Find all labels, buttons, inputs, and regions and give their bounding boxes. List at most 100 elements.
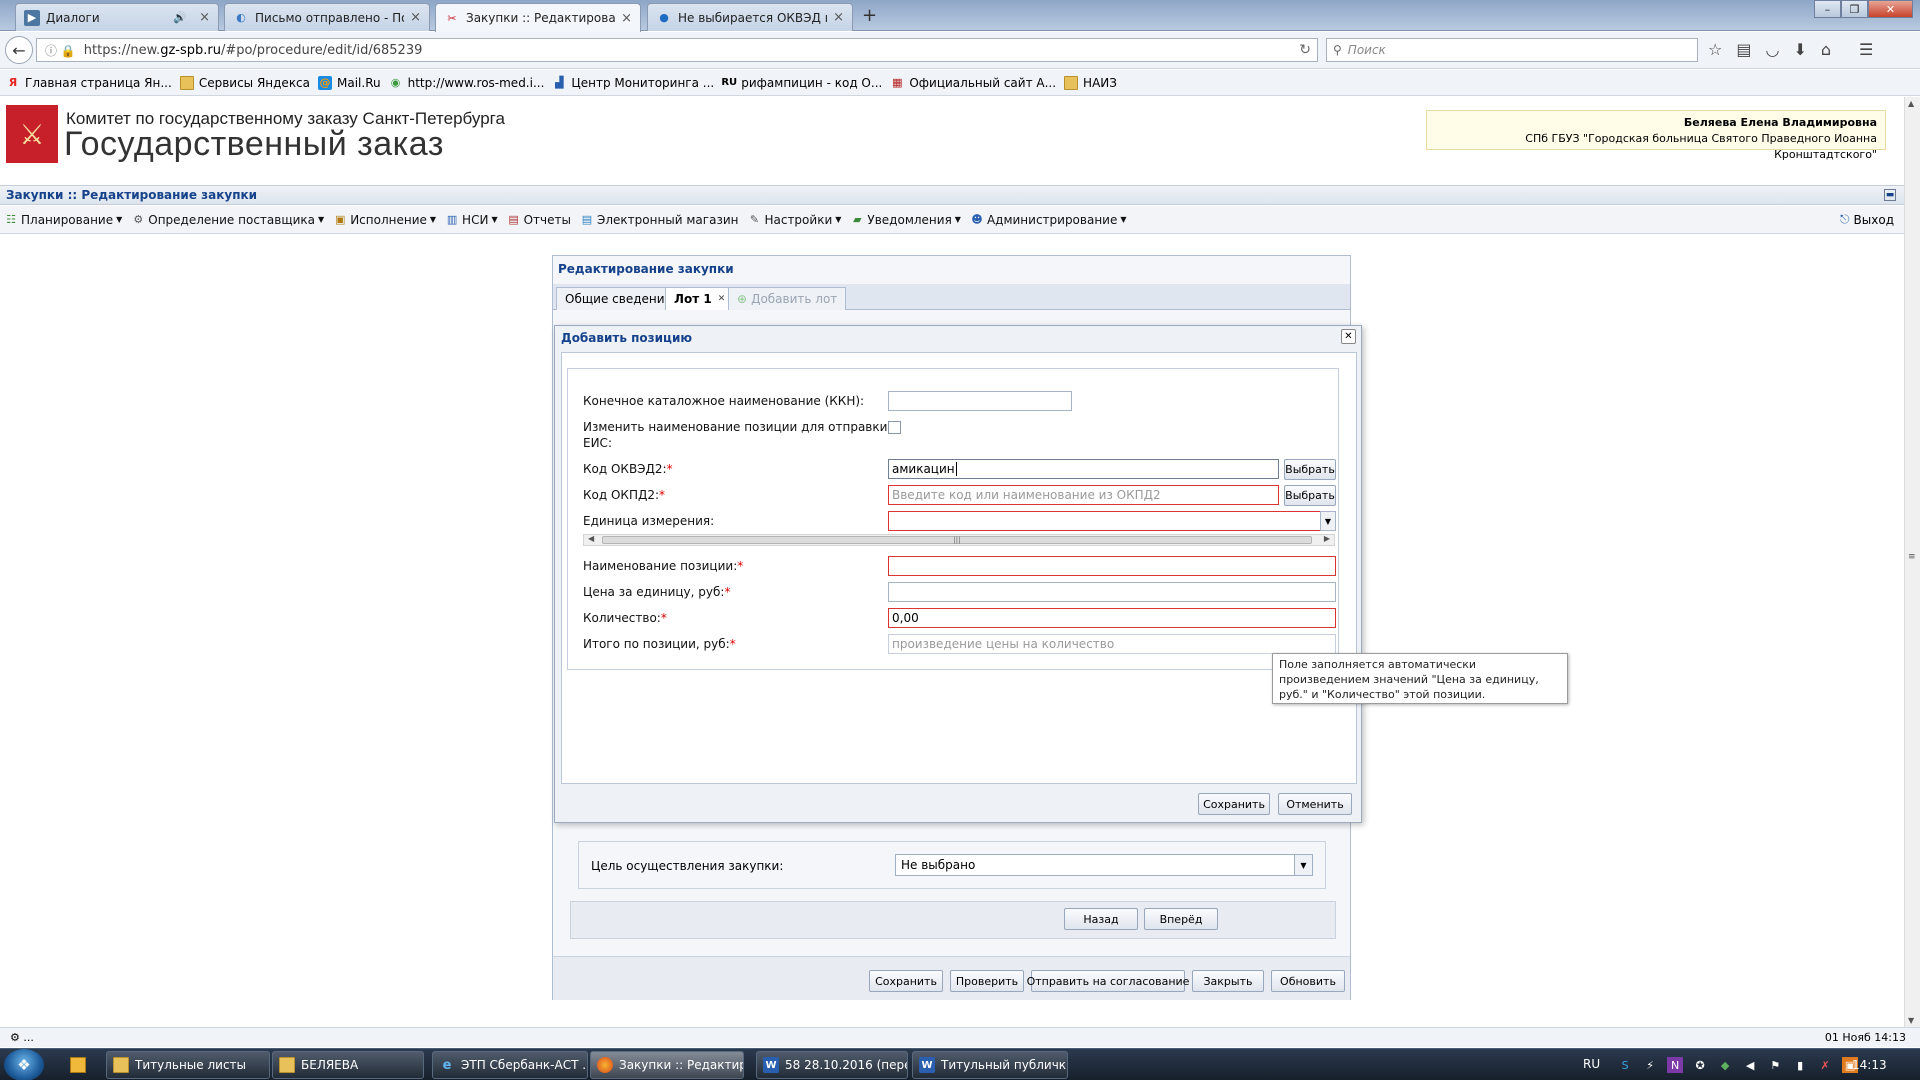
page-scrollbar[interactable]: ▲ ≡ ▼ [1904,97,1920,1027]
download-icon[interactable]: ⬇ [1793,40,1806,59]
taskbar-item[interactable]: Титульные листы [106,1051,270,1079]
bookmark-item[interactable]: Я Главная страница Ян... [6,76,172,90]
close-icon[interactable]: × [199,10,210,25]
send-for-approval-button[interactable]: Отправить на согласование [1027,970,1189,992]
rename-checkbox[interactable] [888,421,901,434]
bookmark-item[interactable]: ▦ Официальный сайт А... [890,76,1056,90]
collapse-icon[interactable]: ▬ [1884,189,1896,201]
bookmark-star-icon[interactable]: ☆ [1708,40,1722,59]
menu-notifications[interactable]: ▰ Уведомления ▼ [850,213,961,227]
scroll-up-icon[interactable]: ▲ [1908,99,1914,108]
browser-tab[interactable]: ◐ Письмо отправлено - По... × [224,3,430,31]
dialog-save-button[interactable]: Сохранить [1198,793,1270,815]
menu-icon[interactable]: ☰ [1859,40,1873,59]
pocket-icon[interactable]: ◡ [1765,40,1779,59]
okved-choose-button[interactable]: Выбрать [1284,459,1336,480]
name-label-text: Наименование позиции: [583,559,738,573]
unit-price-input[interactable] [888,582,1336,602]
reading-list-icon[interactable]: ▤ [1736,40,1751,59]
taskbar-item[interactable]: W 58 28.10.2016 (перед... [756,1051,908,1079]
browser-tab-active[interactable]: ✂ Закупки :: Редактировани... × [435,3,641,32]
back-step-button[interactable]: Назад [1064,908,1138,930]
close-button[interactable]: Закрыть [1192,970,1264,992]
maximize-icon[interactable]: ❐ [1841,0,1868,18]
position-name-input[interactable] [888,556,1336,576]
start-button[interactable]: ❖ [4,1049,44,1080]
okved-input[interactable]: амикацин [888,459,1279,479]
home-icon[interactable]: ⌂ [1821,40,1831,59]
menu-settings[interactable]: ✎ Настройки ▼ [747,213,842,227]
close-icon[interactable]: × [410,10,421,25]
purpose-select[interactable]: Не выбрано ▼ [895,854,1313,876]
menu-planning[interactable]: ☷ Планирование ▼ [4,213,122,227]
close-icon[interactable]: ✕ [1341,329,1356,344]
notification-flag-icon[interactable]: ⚑ [1767,1057,1783,1073]
scroll-grip-icon[interactable]: ≡ [1908,552,1916,562]
tab-lot-1[interactable]: Лот 1 ✕ [665,287,735,310]
unit-select[interactable] [888,511,1322,531]
taskbar-item[interactable]: e ЭТП Сбербанк-АСТ ... [432,1051,588,1079]
skype-icon[interactable]: S [1617,1057,1633,1073]
bookmark-item[interactable]: RU рифампицин - код О... [721,76,882,90]
chevron-down-icon[interactable]: ▼ [1320,511,1336,531]
back-button[interactable]: ← [5,36,33,64]
scroll-thumb[interactable]: ||| [602,536,1312,544]
explorer-quicklaunch-icon[interactable] [70,1057,86,1073]
new-tab-button[interactable]: + [862,5,877,26]
okpd-choose-button[interactable]: Выбрать [1284,485,1336,506]
okpd-input[interactable]: Введите код или наименование из ОКПД2 [888,485,1279,505]
save-button[interactable]: Сохранить [869,970,943,992]
taskbar-item-active[interactable]: Закупки :: Редактир... [590,1051,744,1079]
close-icon[interactable]: × [621,11,632,26]
window-close-icon[interactable]: ✕ [1868,0,1913,18]
bookmark-item[interactable]: Сервисы Яндекса [179,75,310,90]
next-step-button[interactable]: Вперёд [1144,908,1218,930]
taskbar-item[interactable]: БЕЛЯЕВА [272,1051,424,1079]
bookmark-item[interactable]: ◉ http://www.ros-med.i... [389,76,545,90]
check-button[interactable]: Проверить [950,970,1024,992]
tool-icon[interactable]: ✗ [1817,1057,1833,1073]
search-bar[interactable]: ⚲ Поиск [1326,38,1698,62]
menu-supplier[interactable]: ⚙ Определение поставщика ▼ [131,213,324,227]
taskbar-clock[interactable]: 14:13 [1852,1058,1887,1072]
app-header: ⚔ Комитет по государственному заказу Сан… [0,97,1904,187]
quantity-input[interactable]: 0,00 [888,608,1336,628]
dialog-cancel-button[interactable]: Отменить [1278,793,1352,815]
scroll-down-icon[interactable]: ▼ [1908,1016,1914,1025]
close-icon[interactable]: ✕ [718,294,726,304]
exit-button[interactable]: ⎋ Выход [1840,212,1894,227]
menu-reports[interactable]: ▤ Отчеты [507,213,571,227]
network-icon[interactable]: ▮ [1792,1057,1808,1073]
browser-tab[interactable]: ● Не выбирается ОКВЭД на ... × [647,3,853,31]
browser-tab[interactable]: ▶ Диалоги 🔊 × [15,3,219,31]
menu-eshop[interactable]: ▤ Электронный магазин [580,213,739,227]
bookmark-item[interactable]: НАИЗ [1064,75,1117,90]
onenote-icon[interactable]: N [1667,1057,1684,1073]
reload-icon[interactable]: ↻ [1299,42,1311,58]
horizontal-scrollbar[interactable]: ◀ ||| ▶ [583,534,1335,546]
taskbar-item[interactable]: W Титульный публичк... [912,1051,1068,1079]
menu-nsi[interactable]: ▥ НСИ ▼ [445,213,498,227]
scroll-right-icon[interactable]: ▶ [1324,534,1330,543]
close-icon[interactable]: × [833,10,844,25]
refresh-button[interactable]: Обновить [1271,970,1345,992]
chevron-down-icon[interactable]: ▼ [1294,855,1312,875]
scroll-left-icon[interactable]: ◀ [588,534,594,543]
antivirus-icon[interactable]: ◆ [1717,1057,1733,1073]
info-lock-icon[interactable]: ⓘ 🔒 [45,42,76,59]
tab-add-lot[interactable]: ⊕ Добавить лот [728,287,847,310]
user-name: Беляева Елена Владимировна [1683,116,1877,129]
menu-admin[interactable]: ☻ Администрирование ▼ [970,213,1126,227]
menu-execution[interactable]: ▣ Исполнение ▼ [333,213,436,227]
minimize-icon[interactable]: – [1814,0,1841,18]
bookmark-item[interactable]: @ Mail.Ru [318,75,381,90]
kkn-input[interactable] [888,391,1072,411]
bookmark-item[interactable]: ▟ Центр Мониторинга ... [552,76,714,90]
speaker-icon[interactable]: 🔊 [173,11,187,24]
volume-icon[interactable]: ◀ [1742,1057,1758,1073]
network-tool-icon[interactable]: ⚡ [1642,1057,1658,1073]
language-indicator[interactable]: RU [1583,1057,1600,1073]
tab-general[interactable]: Общие сведения [556,287,681,310]
update-icon[interactable]: ✪ [1692,1057,1708,1073]
address-bar[interactable]: ⓘ 🔒 https://new. gz-spb.ru/#po/procedure/… [36,38,1318,62]
